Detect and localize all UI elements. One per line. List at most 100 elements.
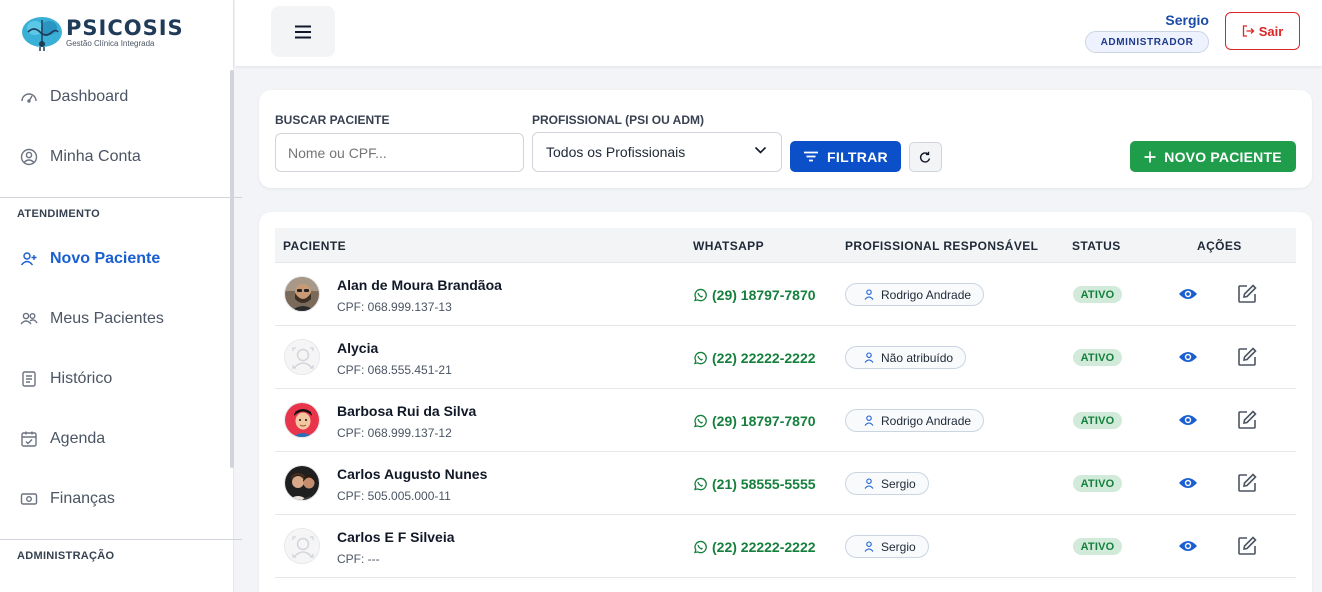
patient-name[interactable]: Barbosa Rui da Silva [337, 403, 476, 419]
column-header-patient[interactable]: PACIENTE [283, 239, 346, 253]
column-header-whatsapp[interactable]: WHATSAPP [693, 239, 764, 253]
chevron-down-icon [754, 146, 767, 154]
column-header-status[interactable]: STATUS [1072, 239, 1121, 253]
gauge-icon [20, 88, 38, 106]
column-header-professional[interactable]: PROFISSIONAL RESPONSÁVEL [845, 239, 1038, 253]
edit-patient-button[interactable] [1236, 283, 1258, 305]
filter-button-label: FILTRAR [827, 148, 888, 165]
sidebar-item-historico[interactable]: Histórico [0, 359, 230, 399]
sidebar-item-agenda[interactable]: Agenda [0, 419, 230, 459]
sidebar-item-label: Dashboard [50, 88, 129, 105]
sidebar-item-dashboard[interactable]: Dashboard [0, 77, 230, 117]
whatsapp-icon [694, 477, 707, 491]
eye-icon [1179, 541, 1197, 551]
sidebar-item-minha-conta[interactable]: Minha Conta [0, 137, 230, 177]
professional-label: PROFISSIONAL (PSI OU ADM) [532, 113, 705, 127]
edit-patient-button[interactable] [1236, 409, 1258, 431]
brain-logo-icon [20, 14, 64, 52]
patient-cpf: CPF: 505.005.000-11 [337, 489, 451, 503]
view-patient-button[interactable] [1177, 284, 1199, 304]
brand-name: PSICOSIS [66, 16, 184, 40]
professional-select[interactable]: Todos os Profissionais [532, 132, 782, 172]
edit-icon [1238, 536, 1257, 555]
status-badge: ATIVO [1073, 412, 1122, 429]
new-patient-button-label: NOVO PACIENTE [1164, 148, 1282, 165]
professional-selected: Todos os Profissionais [546, 144, 686, 160]
edit-icon [1238, 473, 1257, 492]
sidebar-item-label: Meus Pacientes [50, 310, 164, 327]
user-plus-icon [20, 250, 38, 268]
eye-icon [1179, 478, 1197, 488]
patient-avatar-placeholder [284, 339, 320, 375]
hamburger-icon [295, 25, 311, 38]
status-badge: ATIVO [1073, 286, 1122, 303]
whatsapp-icon [694, 414, 707, 428]
eye-icon [1179, 415, 1197, 425]
professional-badge: Sergio [845, 472, 929, 495]
whatsapp-link[interactable]: (29) 18797-7870 [693, 287, 816, 303]
patients-table: PACIENTE WHATSAPP PROFISSIONAL RESPONSÁV… [259, 212, 1312, 592]
sidebar-scrollbar[interactable] [230, 70, 234, 468]
edit-icon [1238, 284, 1257, 303]
patient-avatar [284, 276, 320, 312]
table-row[interactable]: Alan de Moura Brandãoa CPF: 068.999.137-… [275, 263, 1296, 326]
search-input[interactable] [275, 133, 524, 172]
whatsapp-icon [694, 540, 707, 554]
user-icon [864, 478, 874, 489]
table-row[interactable]: Carlos E F Silveia CPF: --- (22) 22222-2… [275, 515, 1296, 578]
patient-avatar [284, 402, 320, 438]
filter-panel: BUSCAR PACIENTE PROFISSIONAL (PSI OU ADM… [259, 90, 1312, 188]
table-row[interactable]: Carlos Augusto Nunes CPF: 505.005.000-11… [275, 452, 1296, 515]
brand-tagline: Gestão Clínica Integrada [66, 39, 155, 48]
user-icon [864, 541, 874, 552]
edit-icon [1238, 347, 1257, 366]
logout-button[interactable]: Sair [1225, 12, 1300, 50]
edit-patient-button[interactable] [1236, 535, 1258, 557]
section-title-administracao: ADMINISTRAÇÃO [17, 550, 115, 562]
table-row[interactable]: Alycia CPF: 068.555.451-21 (22) 22222-22… [275, 326, 1296, 389]
eye-icon [1179, 289, 1197, 299]
patient-name[interactable]: Alan de Moura Brandãoa [337, 277, 502, 293]
edit-patient-button[interactable] [1236, 472, 1258, 494]
sidebar-item-label: Agenda [50, 430, 106, 447]
new-patient-button[interactable]: NOVO PACIENTE [1130, 141, 1296, 172]
reset-filter-button[interactable] [909, 142, 942, 172]
view-patient-button[interactable] [1177, 536, 1199, 556]
user-icon [864, 289, 874, 300]
users-icon [20, 310, 38, 328]
logout-icon [1242, 25, 1255, 37]
user-circle-icon [20, 148, 38, 166]
whatsapp-icon [694, 351, 707, 365]
whatsapp-link[interactable]: (21) 58555-5555 [693, 476, 816, 492]
view-patient-button[interactable] [1177, 410, 1199, 430]
whatsapp-link[interactable]: (29) 18797-7870 [693, 413, 816, 429]
sidebar-item-financas[interactable]: Finanças [0, 479, 230, 519]
professional-badge: Sergio [845, 535, 929, 558]
status-badge: ATIVO [1073, 475, 1122, 492]
sidebar-item-label: Histórico [50, 370, 113, 387]
user-icon [864, 415, 874, 426]
refresh-icon [919, 151, 931, 163]
hamburger-menu-button[interactable] [271, 6, 335, 57]
view-patient-button[interactable] [1177, 473, 1199, 493]
sidebar: PSICOSIS Gestão Clínica Integrada Dashbo… [0, 0, 242, 592]
patient-name[interactable]: Carlos E F Silveia [337, 529, 455, 545]
table-row[interactable]: Barbosa Rui da Silva CPF: 068.999.137-12… [275, 389, 1296, 452]
patient-name[interactable]: Alycia [337, 340, 378, 356]
top-header: Sergio ADMINISTRADOR Sair [235, 0, 1322, 66]
user-name: Sergio [1165, 12, 1209, 28]
brand-logo[interactable]: PSICOSIS Gestão Clínica Integrada [20, 14, 184, 52]
section-title-atendimento: ATENDIMENTO [17, 208, 100, 220]
whatsapp-link[interactable]: (22) 22222-2222 [693, 539, 816, 555]
sidebar-item-novo-paciente[interactable]: Novo Paciente [0, 239, 230, 279]
patient-name[interactable]: Carlos Augusto Nunes [337, 466, 487, 482]
eye-icon [1179, 352, 1197, 362]
user-icon [864, 352, 874, 363]
sidebar-item-meus-pacientes[interactable]: Meus Pacientes [0, 299, 230, 339]
whatsapp-link[interactable]: (22) 22222-2222 [693, 350, 816, 366]
edit-patient-button[interactable] [1236, 346, 1258, 368]
patient-cpf: CPF: 068.555.451-21 [337, 363, 452, 377]
filter-button[interactable]: FILTRAR [790, 141, 901, 172]
view-patient-button[interactable] [1177, 347, 1199, 367]
patient-cpf: CPF: 068.999.137-12 [337, 426, 452, 440]
